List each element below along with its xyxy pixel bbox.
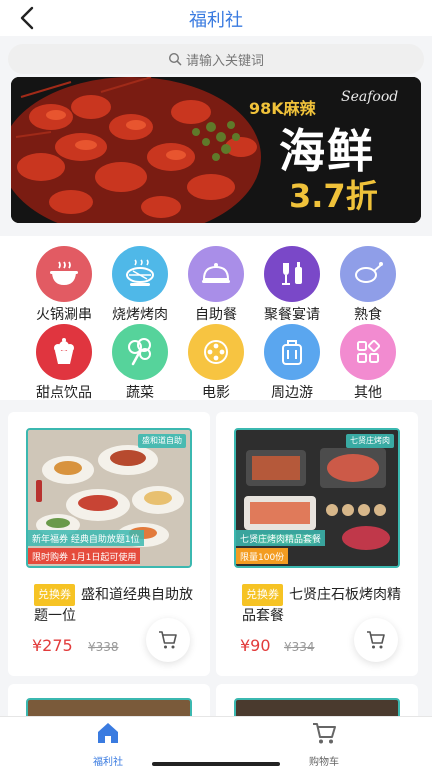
category-vegetable[interactable]: 蔬菜 <box>96 318 176 401</box>
add-to-cart-button[interactable] <box>146 618 190 662</box>
category-icon-circle <box>36 324 92 380</box>
promo-banner[interactable]: 98K麻辣 Seafood 海鲜 3.7折 <box>11 77 421 223</box>
category-label: 周边游 <box>271 385 313 401</box>
category-buffet[interactable]: 自助餐 <box>172 240 252 323</box>
luggage-icon <box>282 340 302 365</box>
promo-tag: 限量100份 <box>236 548 289 564</box>
search-bar[interactable]: 请输入关键词 <box>8 44 424 74</box>
vegetable-icon <box>128 338 151 366</box>
category-bbq[interactable]: 烧烤烤肉 <box>96 240 176 323</box>
hotpot-icon <box>50 261 78 285</box>
banquet-icon <box>282 262 302 285</box>
cart-icon <box>367 631 385 649</box>
category-icon-circle <box>36 246 92 302</box>
bottom-tab-bar: 福利社 购物车 <box>0 716 432 768</box>
tab-label: 福利社 <box>93 757 123 768</box>
shop-logo: 盛和道自助 <box>138 434 186 448</box>
category-label: 其他 <box>354 385 382 401</box>
search-icon <box>168 52 182 66</box>
category-grid: 火锅涮串 烧烤烤肉 自助餐 聚餐宴请 熟食 甜点饮品 蔬菜 电影 周边游 其他 <box>0 236 432 401</box>
bbq-icon <box>126 259 154 286</box>
category-icon-circle <box>112 324 168 380</box>
category-hotpot[interactable]: 火锅涮串 <box>20 240 100 323</box>
category-icon-circle <box>188 246 244 302</box>
tab-home[interactable]: 福利社 <box>48 721 168 768</box>
product-image: 七贤庄烤肉 七贤庄烤肉精品套餐 限量100份 <box>234 428 400 568</box>
category-icon-circle <box>264 246 320 302</box>
buffet-icon <box>202 263 230 283</box>
category-cooked-food[interactable]: 熟食 <box>324 240 404 323</box>
image-caption: 新年福券 经典自助放题1位 <box>28 530 144 546</box>
sale-price: ¥275 <box>32 636 73 655</box>
category-label: 甜点饮品 <box>36 385 92 401</box>
category-dessert[interactable]: 甜点饮品 <box>20 318 100 401</box>
original-price: ¥338 <box>88 640 119 654</box>
cake-icon <box>54 338 74 364</box>
cart-icon <box>313 723 336 744</box>
product-image: 盛和道自助 新年福券 经典自助放题1位 限时购券 1月1日起可使用 <box>26 428 192 568</box>
roast-chicken-icon <box>355 262 383 283</box>
product-card[interactable]: 盛和道自助 新年福券 经典自助放题1位 限时购券 1月1日起可使用 兑换券 盛和道… <box>8 412 210 676</box>
home-indicator <box>152 762 280 766</box>
home-icon <box>98 723 118 743</box>
image-caption: 七贤庄烤肉精品套餐 <box>236 530 326 546</box>
top-nav-bar: 福利社 <box>0 0 432 36</box>
voucher-badge: 兑换券 <box>242 584 283 606</box>
category-icon-circle <box>188 324 244 380</box>
category-icon-circle <box>264 324 320 380</box>
cart-icon <box>159 631 177 649</box>
original-price: ¥334 <box>284 640 315 654</box>
category-travel[interactable]: 周边游 <box>248 318 328 401</box>
movie-icon <box>204 340 228 364</box>
apps-icon <box>357 339 381 363</box>
category-icon-circle <box>112 246 168 302</box>
page-title: 福利社 <box>189 10 243 31</box>
tab-cart[interactable]: 购物车 <box>264 721 384 768</box>
page: 福利社 请输入关键词 98K麻辣 Seafood 海鲜 3.7折 火锅涮串 烧烤… <box>0 0 432 768</box>
category-banquet[interactable]: 聚餐宴请 <box>248 240 328 323</box>
category-other[interactable]: 其他 <box>324 318 404 401</box>
category-label: 电影 <box>202 385 230 401</box>
add-to-cart-button[interactable] <box>354 618 398 662</box>
category-icon-circle <box>340 246 396 302</box>
voucher-badge: 兑换券 <box>34 584 75 606</box>
tab-label: 购物车 <box>309 757 339 768</box>
category-icon-circle <box>340 324 396 380</box>
category-label: 蔬菜 <box>126 385 154 401</box>
banner-script-text: Seafood <box>341 89 399 105</box>
banner-discount: 3.7折 <box>289 177 378 215</box>
sale-price: ¥90 <box>240 636 271 655</box>
search-placeholder: 请输入关键词 <box>185 53 264 69</box>
product-card[interactable]: 七贤庄烤肉 七贤庄烤肉精品套餐 限量100份 兑换券 七贤庄石板烤肉精品套餐 ¥9… <box>216 412 418 676</box>
shop-logo: 七贤庄烤肉 <box>346 434 394 448</box>
promo-tag: 限时购券 1月1日起可使用 <box>28 548 141 564</box>
category-movie[interactable]: 电影 <box>172 318 252 401</box>
